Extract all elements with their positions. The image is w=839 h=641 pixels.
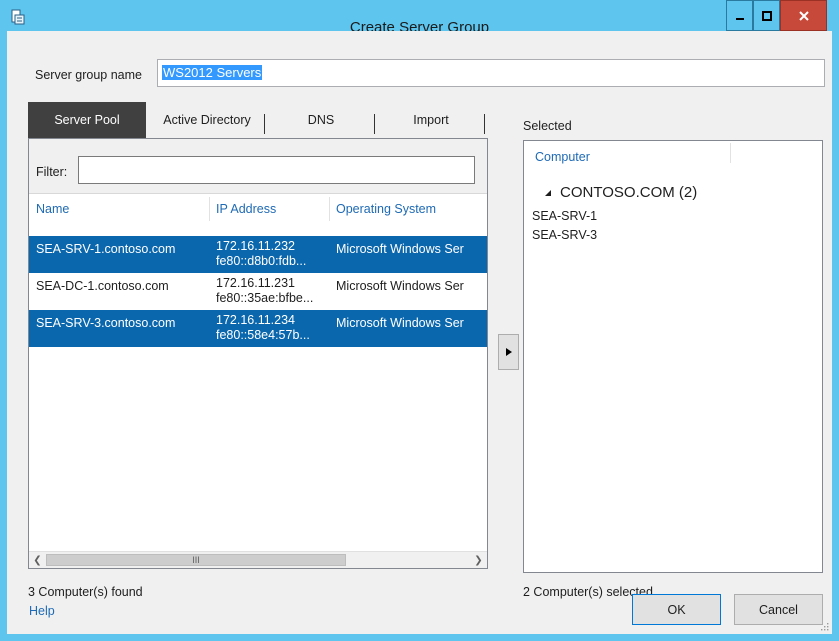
arrow-right-icon [505, 348, 512, 356]
filter-input[interactable] [78, 156, 475, 184]
found-count: 3 Computer(s) found [28, 585, 143, 599]
ip-address: 172.16.11.234 fe80::58e4:57b... [216, 313, 326, 343]
scroll-left-arrow-icon[interactable]: ❮ [29, 552, 46, 568]
help-link[interactable]: Help [29, 604, 55, 618]
group-name-label: Server group name [35, 68, 143, 82]
close-icon [798, 10, 809, 21]
column-header-computer[interactable]: Computer [535, 150, 590, 164]
tab-dns[interactable]: DNS [266, 102, 376, 138]
tab-separator [484, 114, 485, 134]
column-header-name[interactable]: Name [36, 202, 69, 216]
tab-server-pool[interactable]: Server Pool [28, 102, 146, 138]
server-pool-panel: Filter: Name IP Address Operating System… [28, 138, 488, 569]
create-server-group-window: Create Server Group Server group name WS… [0, 0, 839, 641]
ipv6-address: fe80::d8b0:fdb... [216, 254, 307, 268]
ipv6-address: fe80::35ae:bfbe... [216, 291, 314, 305]
operating-system: Microsoft Windows Ser [336, 316, 464, 330]
ipv4-address: 172.16.11.231 [216, 276, 296, 290]
minimize-button[interactable] [726, 0, 753, 31]
table-row[interactable]: SEA-SRV-1.contoso.com 172.16.11.232 fe80… [29, 236, 487, 273]
ipv6-address: fe80::58e4:57b... [216, 328, 310, 342]
horizontal-scrollbar[interactable]: ❮ III ❯ [29, 551, 487, 568]
ipv4-address: 172.16.11.232 [216, 239, 296, 253]
tab-active-directory[interactable]: Active Directory [148, 102, 266, 138]
scrollbar-grip-icon: III [192, 555, 200, 565]
column-divider [329, 197, 330, 221]
tab-separator [374, 114, 375, 134]
ip-address: 172.16.11.231 fe80::35ae:bfbe... [216, 276, 326, 306]
maximize-icon [761, 10, 772, 21]
operating-system: Microsoft Windows Ser [336, 279, 464, 293]
minimize-icon [735, 17, 744, 20]
resize-grip-icon[interactable] [819, 621, 829, 631]
add-to-selected-button[interactable] [498, 334, 519, 370]
group-label: CONTOSO.COM (2) [560, 184, 698, 201]
group-node[interactable]: CONTOSO.COM (2) [544, 184, 697, 201]
ok-button[interactable]: OK [632, 594, 721, 625]
column-divider [730, 143, 731, 163]
server-name: SEA-SRV-3.contoso.com [36, 316, 176, 330]
tab-bar: Server Pool Active Directory DNS Import [28, 102, 488, 138]
group-name-input[interactable]: WS2012 Servers [157, 59, 825, 87]
selected-label: Selected [523, 119, 572, 133]
column-header-operating-system[interactable]: Operating System [336, 202, 436, 216]
table-row[interactable]: SEA-DC-1.contoso.com 172.16.11.231 fe80:… [29, 273, 487, 310]
table-row[interactable]: SEA-SRV-3.contoso.com 172.16.11.234 fe80… [29, 310, 487, 347]
scroll-right-arrow-icon[interactable]: ❯ [470, 552, 487, 568]
collapse-triangle-icon [545, 189, 551, 196]
tab-import[interactable]: Import [376, 102, 486, 138]
column-header-ip-address[interactable]: IP Address [216, 202, 276, 216]
cancel-button[interactable]: Cancel [734, 594, 823, 625]
dialog-body: Server group name WS2012 Servers Server … [7, 31, 832, 634]
ipv4-address: 172.16.11.234 [216, 313, 296, 327]
selected-panel: Computer CONTOSO.COM (2) SEA-SRV-1 SEA-S… [523, 140, 823, 573]
group-name-value: WS2012 Servers [162, 65, 263, 80]
ip-address: 172.16.11.232 fe80::d8b0:fdb... [216, 239, 326, 269]
server-name: SEA-DC-1.contoso.com [36, 279, 169, 293]
selected-computer-item[interactable]: SEA-SRV-3 [532, 228, 597, 242]
operating-system: Microsoft Windows Ser [336, 242, 464, 256]
maximize-button[interactable] [753, 0, 780, 31]
selected-computer-item[interactable]: SEA-SRV-1 [532, 209, 597, 223]
server-name: SEA-SRV-1.contoso.com [36, 242, 176, 256]
scrollbar-thumb[interactable]: III [46, 554, 346, 566]
tab-separator [264, 114, 265, 134]
close-button[interactable] [780, 0, 827, 31]
column-divider [209, 197, 210, 221]
filter-area: Filter: [29, 139, 487, 194]
filter-label: Filter: [36, 165, 68, 179]
